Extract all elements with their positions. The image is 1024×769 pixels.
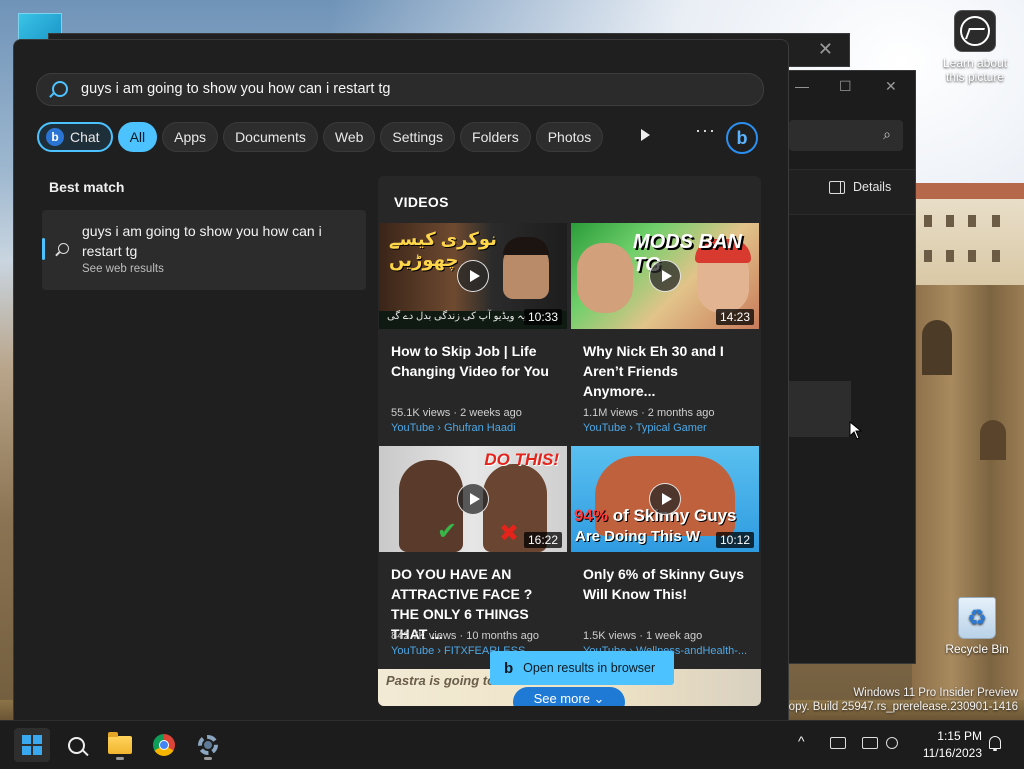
- video-duration: 10:33: [523, 309, 562, 325]
- explorer-selected-row[interactable]: [787, 381, 851, 437]
- video-meta: 1.1M views · 2 months ago: [583, 407, 715, 419]
- learn-about-picture-label: Learn about this picture: [942, 56, 1008, 84]
- windows-logo-icon: [22, 735, 42, 755]
- more-filters-arrow-icon[interactable]: [641, 129, 650, 141]
- camera-icon: [954, 10, 996, 52]
- filter-apps[interactable]: Apps: [162, 122, 219, 152]
- filter-all[interactable]: All: [117, 122, 158, 152]
- maximize-icon[interactable]: ☐: [839, 78, 852, 95]
- check-icon: ✔: [437, 518, 458, 545]
- taskbar: ^ 1:15 PM 11/16/2023: [0, 720, 1024, 769]
- chrome-button[interactable]: [146, 728, 182, 762]
- thumbnail-text: DO THIS!: [484, 450, 559, 469]
- bing-icon: b: [504, 659, 514, 677]
- video-card[interactable]: 94% of Skinny Guys Are Doing This W 10:1…: [571, 446, 759, 657]
- selection-indicator: [42, 238, 45, 260]
- clock-time: 1:15 PM: [937, 729, 982, 743]
- windows-search-flyout: b Chat All Apps Documents Web Settings F…: [13, 39, 789, 722]
- wallpaper-building: [912, 183, 1024, 290]
- filter-documents[interactable]: Documents: [223, 122, 318, 152]
- clock[interactable]: 1:15 PM 11/16/2023: [915, 728, 982, 762]
- search-icon: [67, 736, 85, 754]
- see-more-button[interactable]: See more ⌄: [513, 687, 625, 706]
- video-duration: 14:23: [715, 309, 754, 325]
- video-meta: 55.1K views · 2 weeks ago: [391, 407, 522, 419]
- video-source[interactable]: YouTube › Typical Gamer: [583, 422, 755, 434]
- video-source[interactable]: YouTube › Ghufran Haadi: [391, 422, 563, 434]
- video-duration: 10:12: [715, 532, 754, 548]
- search-icon: [52, 81, 68, 97]
- video-card[interactable]: نوکری کیسے چھوڑیں یہ ویڈیو آپ کی زندگی ب…: [379, 223, 567, 434]
- recycle-bin-label: Recycle Bin: [945, 642, 1009, 656]
- video-thumbnail[interactable]: MODS BAN TG 14:23: [571, 223, 759, 329]
- filter-chat[interactable]: b Chat: [37, 122, 113, 152]
- explorer-toolbar: Details: [787, 169, 915, 215]
- file-explorer-window[interactable]: — ☐ ✕ ⌕ Details: [786, 70, 916, 664]
- best-match-item[interactable]: guys i am going to show you how can i re…: [42, 210, 366, 290]
- best-match-subtitle: See web results: [82, 263, 164, 275]
- best-match-heading: Best match: [49, 179, 125, 195]
- web-results-pane: VIDEOS نوکری کیسے چھوڑیں یہ ویڈیو آپ کی …: [378, 176, 761, 706]
- recycle-bin-icon[interactable]: ♻ Recycle Bin: [942, 597, 1012, 656]
- video-meta: 1.5K views · 1 week ago: [583, 630, 703, 642]
- open-results-in-browser-button[interactable]: b Open results in browser: [490, 651, 674, 685]
- filter-settings[interactable]: Settings: [380, 122, 456, 152]
- video-title[interactable]: Why Nick Eh 30 and I Aren’t Friends Anym…: [583, 341, 753, 401]
- search-box[interactable]: [36, 73, 764, 106]
- video-meta: 842.7K views · 10 months ago: [391, 630, 539, 642]
- videos-heading: VIDEOS: [394, 194, 449, 210]
- details-pane-icon: [829, 180, 845, 194]
- video-title[interactable]: Only 6% of Skinny Guys Will Know This!: [583, 564, 753, 604]
- play-icon[interactable]: [457, 260, 489, 292]
- show-hidden-icons-chevron-icon[interactable]: ^: [798, 733, 805, 749]
- bing-chat-icon[interactable]: b: [726, 122, 758, 154]
- notification-bell-icon[interactable]: [989, 736, 1001, 751]
- play-icon[interactable]: [649, 260, 681, 292]
- video-card[interactable]: DO THIS! ✔ ✖ 16:22 DO YOU HAVE AN ATTRAC…: [379, 446, 567, 657]
- play-icon[interactable]: [457, 483, 489, 515]
- open-results-label: Open results in browser: [523, 661, 656, 675]
- search-filter-bar: b Chat All Apps Documents Web Settings F…: [37, 121, 604, 153]
- filter-photos[interactable]: Photos: [535, 122, 604, 152]
- minimize-icon[interactable]: —: [795, 78, 809, 94]
- thumbnail-text: Are Doing This W: [575, 528, 700, 545]
- filter-chat-label: Chat: [70, 129, 100, 145]
- gear-icon: [198, 735, 218, 755]
- play-icon[interactable]: [649, 483, 681, 515]
- video-title[interactable]: How to Skip Job | Life Changing Video fo…: [391, 341, 561, 381]
- search-input[interactable]: [81, 79, 741, 99]
- close-icon[interactable]: ✕: [885, 78, 897, 95]
- close-icon[interactable]: ✕: [818, 39, 833, 60]
- search-icon: [58, 243, 69, 254]
- explorer-search-box[interactable]: ⌕: [789, 120, 903, 151]
- volume-muted-icon[interactable]: [886, 737, 898, 749]
- best-match-title: guys i am going to show you how can i re…: [82, 223, 322, 259]
- settings-button[interactable]: [190, 728, 226, 762]
- display-icon[interactable]: [862, 737, 878, 749]
- start-button[interactable]: [14, 728, 50, 762]
- network-disconnected-icon[interactable]: [830, 737, 846, 749]
- video-card[interactable]: MODS BAN TG 14:23 Why Nick Eh 30 and I A…: [571, 223, 759, 434]
- video-thumbnail[interactable]: نوکری کیسے چھوڑیں یہ ویڈیو آپ کی زندگی ب…: [379, 223, 567, 329]
- folder-icon: [108, 732, 132, 754]
- clock-date: 11/16/2023: [922, 746, 982, 760]
- details-button[interactable]: Details: [829, 180, 891, 194]
- video-thumbnail[interactable]: DO THIS! ✔ ✖ 16:22: [379, 446, 567, 552]
- cross-icon: ✖: [498, 520, 519, 547]
- chrome-icon: [153, 734, 175, 756]
- details-label: Details: [853, 180, 892, 194]
- video-thumbnail[interactable]: 94% of Skinny Guys Are Doing This W 10:1…: [571, 446, 759, 552]
- wallpaper-bridge-arch: [980, 420, 1006, 460]
- learn-about-picture-icon[interactable]: Learn about this picture: [936, 10, 1014, 84]
- video-duration: 16:22: [523, 532, 562, 548]
- bing-icon: b: [46, 128, 64, 146]
- filter-web[interactable]: Web: [322, 122, 376, 152]
- recycle-icon: ♻: [958, 597, 996, 639]
- search-icon: ⌕: [883, 126, 891, 142]
- file-explorer-button[interactable]: [102, 728, 138, 762]
- filter-folders[interactable]: Folders: [460, 122, 531, 152]
- taskbar-search-button[interactable]: [58, 728, 94, 762]
- more-options-icon[interactable]: ···: [695, 120, 716, 141]
- wallpaper-bridge-arch: [922, 320, 952, 375]
